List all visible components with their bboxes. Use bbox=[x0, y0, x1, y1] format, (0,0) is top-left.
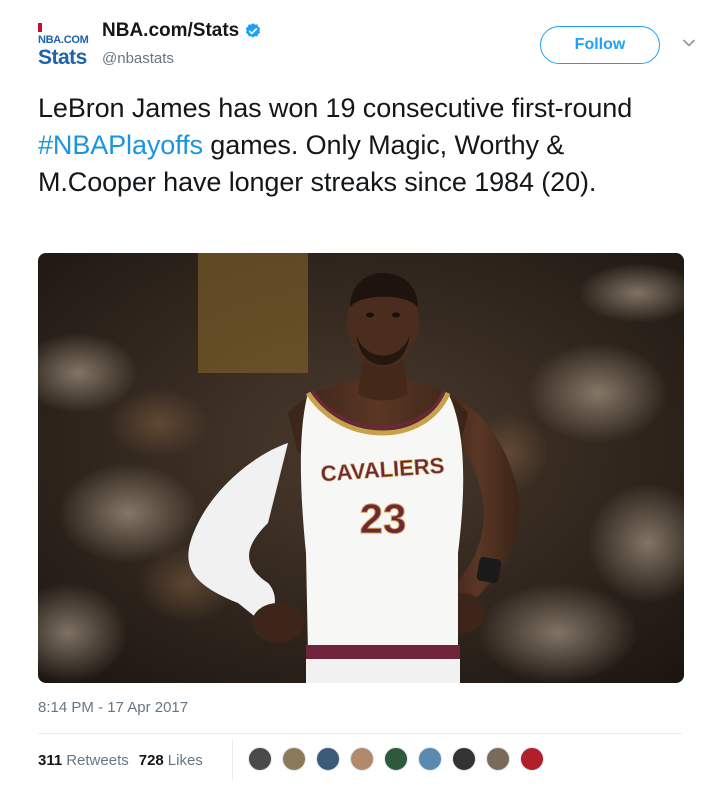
liker-avatar[interactable] bbox=[486, 747, 510, 771]
logo-flag-icon bbox=[38, 23, 42, 32]
jersey-number-text: 23 bbox=[360, 495, 407, 542]
divider bbox=[38, 733, 682, 734]
likes-label: Likes bbox=[167, 752, 203, 769]
tweet-photo[interactable]: CAVALIERS 23 bbox=[38, 253, 684, 683]
tweet-header: NBA.COM Stats NBA.com/Stats @nbastats Fo… bbox=[38, 18, 700, 78]
liker-avatars bbox=[248, 747, 554, 771]
liker-avatar[interactable] bbox=[282, 747, 306, 771]
follow-button[interactable]: Follow bbox=[540, 26, 660, 64]
retweets-label: Retweets bbox=[66, 752, 129, 769]
verified-badge-icon bbox=[246, 23, 261, 38]
user-handle[interactable]: @nbastats bbox=[102, 50, 174, 67]
liker-avatar[interactable] bbox=[384, 747, 408, 771]
tweet-text-part-1: LeBron James has won 19 consecutive firs… bbox=[38, 93, 633, 123]
liker-avatar[interactable] bbox=[248, 747, 272, 771]
tweet-timestamp[interactable]: 8:14 PM - 17 Apr 2017 bbox=[38, 699, 188, 716]
likes-count: 728 bbox=[138, 752, 164, 769]
liker-avatar[interactable] bbox=[520, 747, 544, 771]
photo-illustration: CAVALIERS 23 bbox=[38, 253, 684, 683]
retweets-count: 311 bbox=[38, 752, 63, 769]
chevron-down-icon[interactable] bbox=[682, 36, 696, 50]
liker-avatar[interactable] bbox=[452, 747, 476, 771]
logo-bottom-text: Stats bbox=[38, 46, 87, 69]
name-row: NBA.com/Stats bbox=[102, 20, 262, 42]
likes-stat[interactable]: 728 Likes bbox=[139, 752, 203, 769]
hashtag-link[interactable]: #NBAPlayoffs bbox=[38, 130, 203, 160]
tweet-text: LeBron James has won 19 consecutive firs… bbox=[38, 90, 688, 201]
nba-stats-logo[interactable]: NBA.COM Stats bbox=[38, 22, 94, 69]
liker-avatar[interactable] bbox=[316, 747, 340, 771]
logo-top-text: NBA.COM bbox=[38, 34, 89, 46]
retweets-stat[interactable]: 311 Retweets bbox=[38, 752, 129, 769]
stats-divider bbox=[232, 740, 233, 780]
liker-avatar[interactable] bbox=[350, 747, 374, 771]
display-name[interactable]: NBA.com/Stats bbox=[102, 20, 239, 42]
liker-avatar[interactable] bbox=[418, 747, 442, 771]
engagement-stats: 311 Retweets 728 Likes bbox=[38, 752, 213, 769]
